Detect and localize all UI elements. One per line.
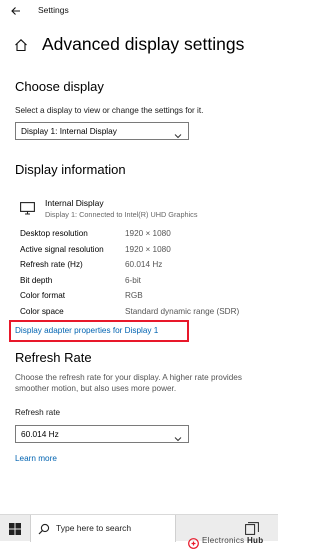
choose-display-heading: Choose display bbox=[15, 79, 104, 94]
info-row: Desktop resolution 1920 × 1080 bbox=[20, 229, 270, 245]
windows-start-icon[interactable] bbox=[9, 522, 21, 535]
refresh-rate-description-line1: Choose the refresh rate for your display… bbox=[15, 373, 242, 382]
info-label: Color format bbox=[20, 291, 66, 301]
choose-display-description: Select a display to view or change the s… bbox=[15, 106, 204, 115]
refresh-rate-description-line2: smoother motion, but also uses more powe… bbox=[15, 384, 177, 393]
info-label: Bit depth bbox=[20, 275, 53, 285]
display-info-table: Desktop resolution 1920 × 1080 Active si… bbox=[20, 229, 270, 323]
watermark-brand: Electronics bbox=[202, 536, 245, 545]
page-title: Advanced display settings bbox=[42, 34, 245, 54]
info-label: Desktop resolution bbox=[20, 229, 88, 238]
search-icon bbox=[38, 522, 50, 535]
watermark-brand-bold: Hub bbox=[246, 536, 264, 545]
info-row: Bit depth 6-bit bbox=[20, 276, 270, 292]
info-value: Standard dynamic range (SDR) bbox=[125, 306, 240, 316]
info-label: Color space bbox=[20, 306, 64, 316]
search-placeholder: Type here to search bbox=[56, 523, 132, 533]
taskbar-search-box[interactable]: Type here to search bbox=[30, 515, 176, 542]
chevron-down-icon bbox=[174, 430, 182, 442]
window-title: Settings bbox=[38, 5, 69, 15]
display-summary: Internal Display Display 1: Connected to… bbox=[20, 198, 270, 222]
watermark-text: Electronics Hub bbox=[202, 536, 263, 545]
info-label: Refresh rate (Hz) bbox=[20, 260, 83, 270]
display-name: Internal Display bbox=[45, 198, 104, 208]
chevron-down-icon bbox=[174, 127, 182, 139]
info-label: Active signal resolution bbox=[20, 244, 104, 254]
refresh-rate-heading: Refresh Rate bbox=[15, 350, 92, 365]
display-select-value: Display 1: Internal Display bbox=[21, 126, 117, 136]
display-select-dropdown[interactable]: Display 1: Internal Display bbox=[15, 122, 189, 140]
learn-more-link[interactable]: Learn more bbox=[15, 454, 57, 463]
refresh-rate-dropdown[interactable]: 60.014 Hz bbox=[15, 425, 189, 443]
info-value: 1920 × 1080 bbox=[125, 229, 171, 238]
display-connection: Display 1: Connected to Intel(R) UHD Gra… bbox=[45, 210, 198, 219]
refresh-rate-field-label: Refresh rate bbox=[15, 408, 61, 417]
home-icon[interactable] bbox=[14, 38, 28, 52]
info-value: 60.014 Hz bbox=[125, 260, 163, 270]
electronics-hub-logo-icon bbox=[188, 536, 199, 549]
monitor-icon bbox=[20, 202, 35, 215]
info-row: Color format RGB bbox=[20, 291, 270, 307]
back-arrow-icon[interactable] bbox=[10, 5, 22, 17]
display-adapter-properties-link[interactable]: Display adapter properties for Display 1 bbox=[15, 326, 158, 335]
info-value: 6-bit bbox=[125, 275, 141, 285]
info-value: 1920 × 1080 bbox=[125, 244, 171, 254]
title-bar: Settings bbox=[0, 0, 278, 22]
info-row: Active signal resolution 1920 × 1080 bbox=[20, 245, 270, 261]
info-row: Refresh rate (Hz) 60.014 Hz bbox=[20, 260, 270, 276]
display-information-heading: Display information bbox=[15, 162, 126, 177]
task-view-icon[interactable] bbox=[245, 522, 259, 535]
refresh-rate-value: 60.014 Hz bbox=[21, 429, 59, 439]
info-value: RGB bbox=[125, 291, 143, 301]
